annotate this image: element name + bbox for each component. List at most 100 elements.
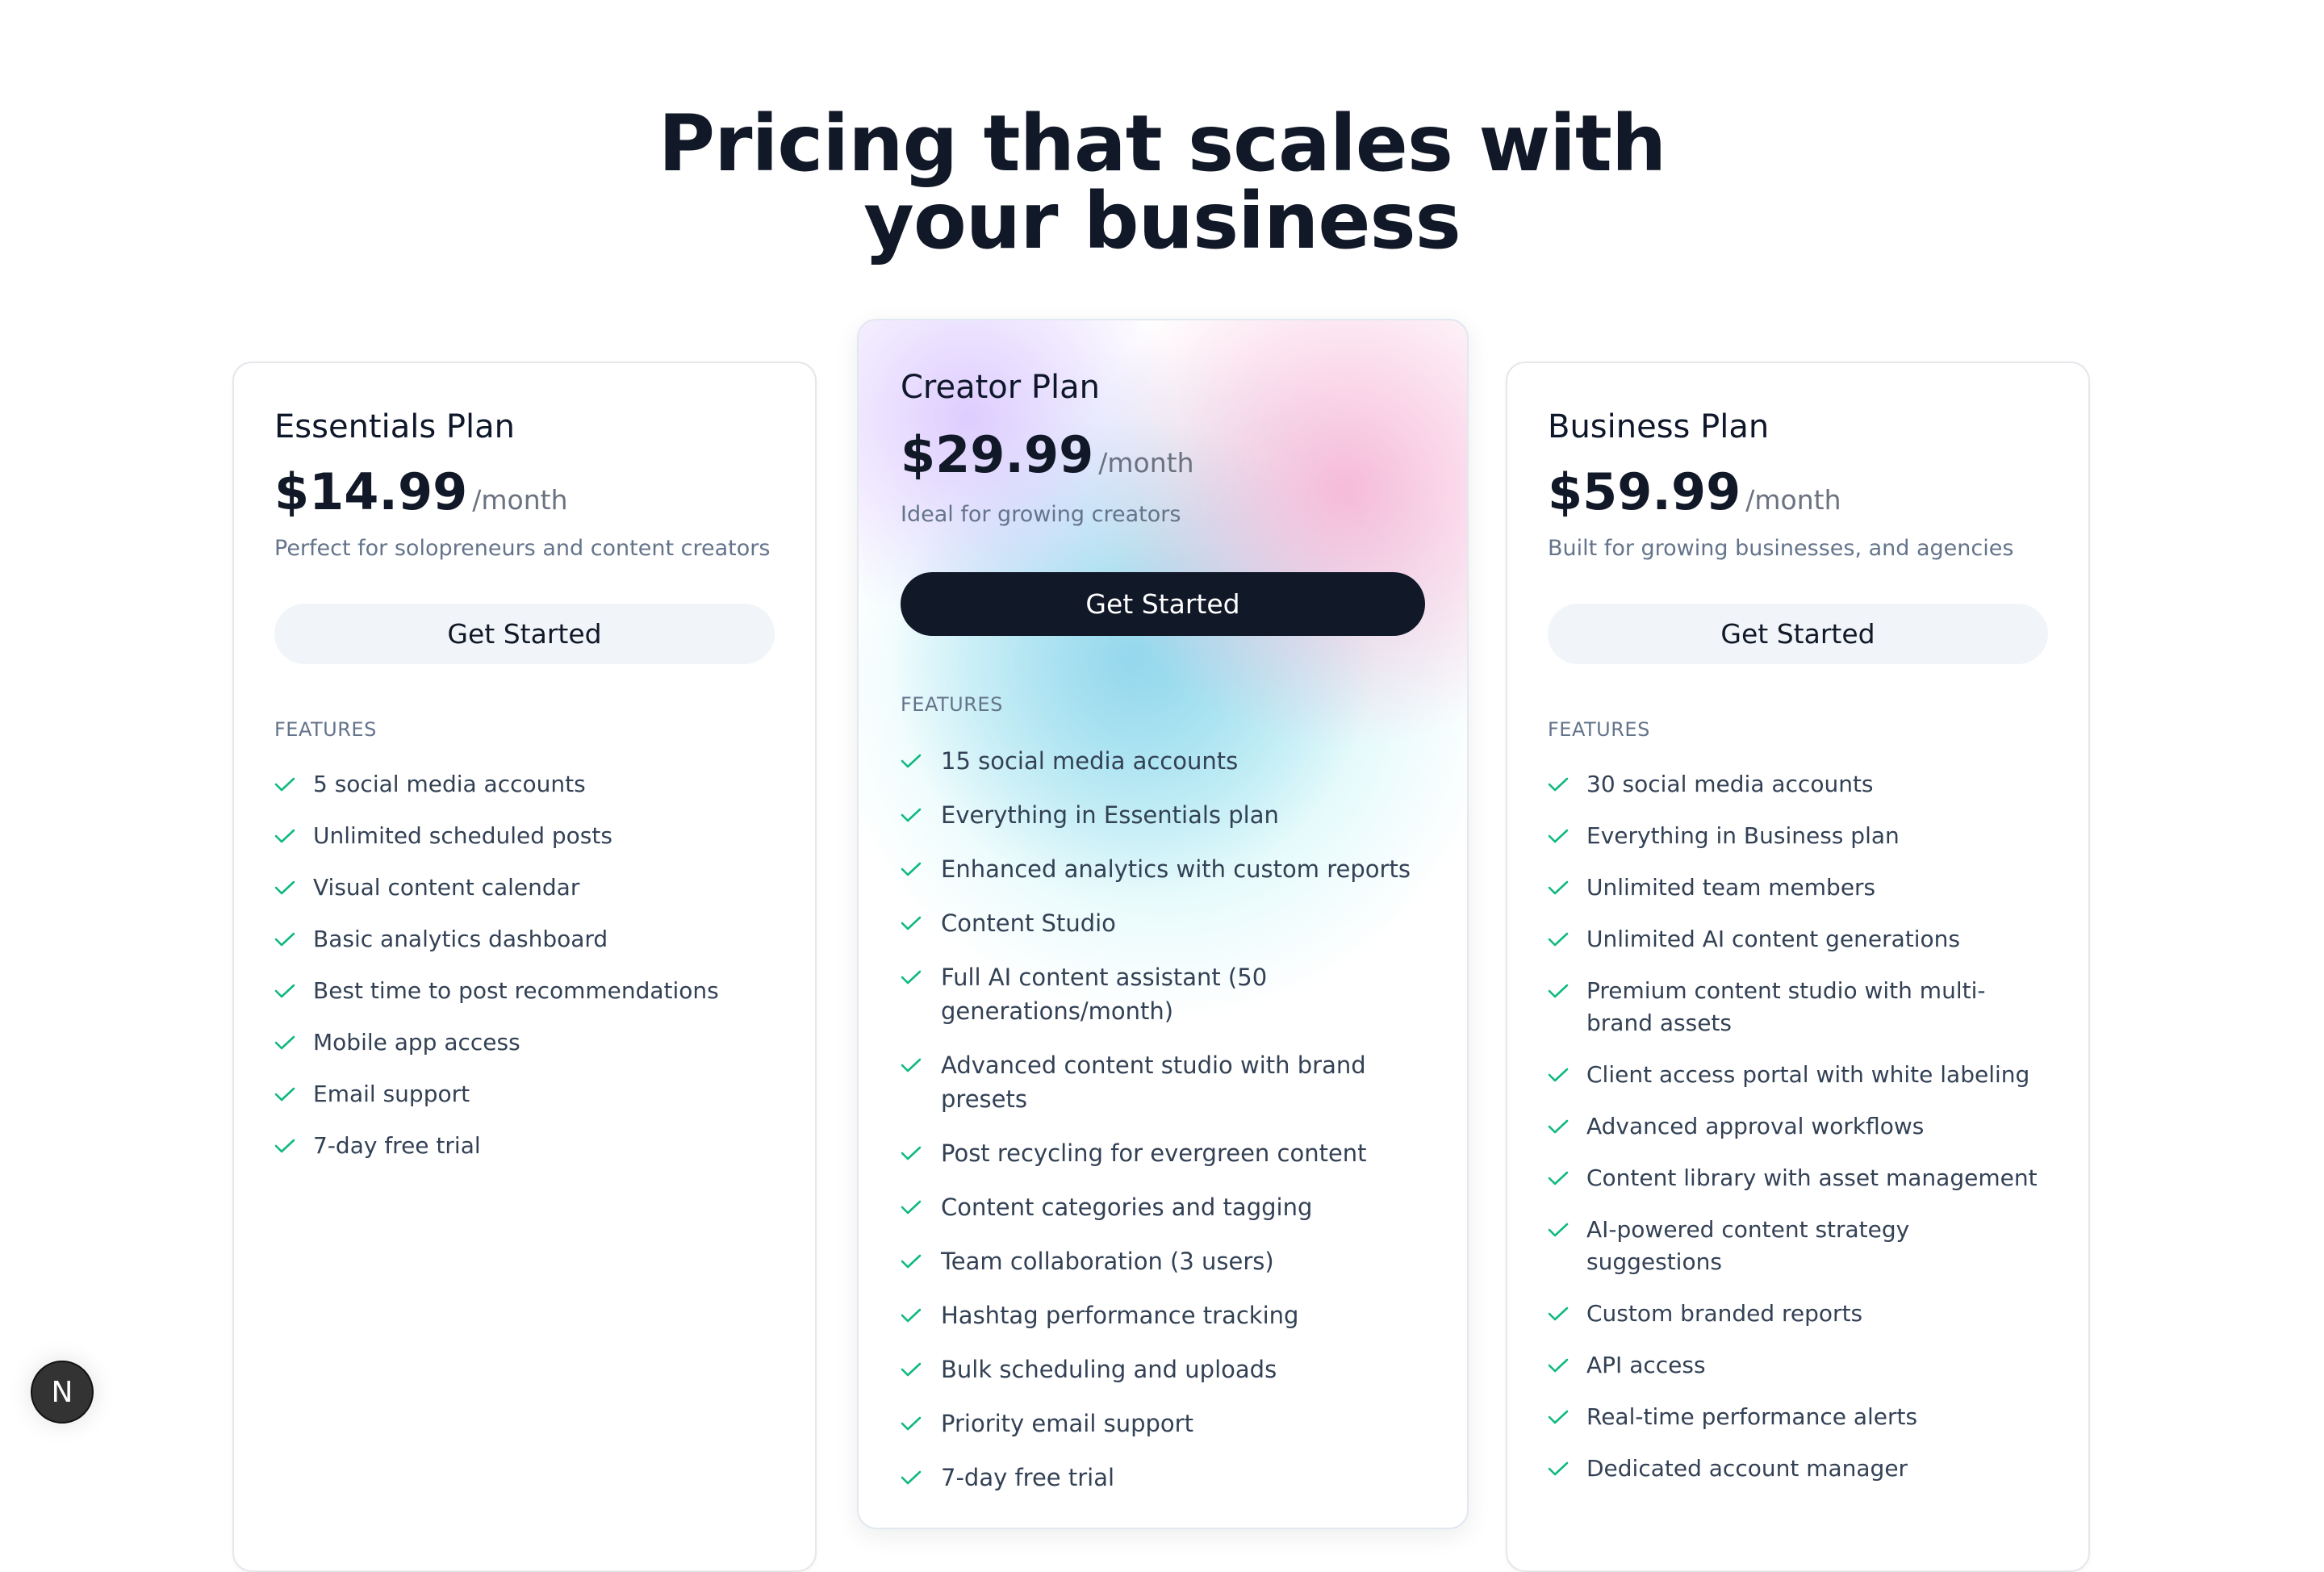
feature-list: 15 social media accounts Everything in E…: [901, 744, 1425, 1495]
plan-price: $14.99: [274, 462, 468, 521]
feature-text: Dedicated account manager: [1586, 1455, 1908, 1482]
feature-item: Dedicated account manager: [1548, 1453, 2048, 1485]
feature-item: 7-day free trial: [901, 1461, 1425, 1495]
nextjs-dev-tools-button[interactable]: N: [31, 1361, 94, 1424]
get-started-button[interactable]: Get Started: [901, 572, 1425, 636]
check-icon: [274, 1078, 299, 1110]
feature-item: Real-time performance alerts: [1548, 1401, 2048, 1433]
nextjs-icon: N: [51, 1375, 73, 1409]
feature-text: Content Studio: [941, 909, 1116, 937]
check-icon: [1548, 1110, 1572, 1143]
plan-price: $29.99: [901, 425, 1094, 484]
feature-text: Full AI content assistant (50 generation…: [941, 964, 1268, 1025]
check-icon: [901, 1190, 925, 1224]
feature-item: Unlimited scheduled posts: [274, 820, 775, 852]
feature-text: Priority email support: [941, 1410, 1193, 1437]
check-icon: [1548, 1453, 1572, 1485]
check-icon: [1548, 1349, 1572, 1382]
check-icon: [901, 1136, 925, 1170]
feature-text: Everything in Essentials plan: [941, 801, 1279, 829]
feature-text: Unlimited scheduled posts: [313, 822, 612, 849]
check-icon: [274, 872, 299, 904]
plan-period: /month: [1745, 484, 1841, 516]
plan-price-row: $14.99/month: [274, 463, 775, 521]
feature-item: Enhanced analytics with custom reports: [901, 852, 1425, 886]
features-label: FEATURES: [901, 693, 1003, 716]
feature-text: Unlimited team members: [1586, 874, 1876, 901]
feature-item: Bulk scheduling and uploads: [901, 1353, 1425, 1386]
feature-text: 7-day free trial: [941, 1464, 1115, 1491]
feature-item: Priority email support: [901, 1407, 1425, 1440]
check-icon: [274, 768, 299, 801]
feature-item: Custom branded reports: [1548, 1298, 2048, 1330]
feature-text: Client access portal with white labeling: [1586, 1061, 2030, 1088]
feature-item: Advanced approval workflows: [1548, 1110, 2048, 1143]
plan-period: /month: [1098, 447, 1194, 479]
feature-list: 30 social media accounts Everything in B…: [1548, 768, 2048, 1485]
check-icon: [274, 923, 299, 955]
feature-text: Custom branded reports: [1586, 1300, 1863, 1327]
check-icon: [1548, 1298, 1572, 1330]
plan-name: Essentials Plan: [274, 408, 515, 445]
feature-item: Full AI content assistant (50 generation…: [901, 960, 1425, 1028]
check-icon: [274, 975, 299, 1007]
feature-item: Premium content studio with multi-brand …: [1548, 975, 2048, 1039]
check-icon: [901, 1461, 925, 1495]
feature-item: 15 social media accounts: [901, 744, 1425, 778]
check-icon: [901, 1298, 925, 1332]
check-icon: [1548, 872, 1572, 904]
get-started-button[interactable]: Get Started: [1548, 604, 2048, 664]
feature-item: Post recycling for evergreen content: [901, 1136, 1425, 1170]
check-icon: [901, 960, 925, 994]
features-label: FEATURES: [274, 718, 377, 741]
check-icon: [901, 852, 925, 886]
feature-item: Basic analytics dashboard: [274, 923, 775, 955]
check-icon: [1548, 1401, 1572, 1433]
feature-text: Unlimited AI content generations: [1586, 926, 1961, 952]
check-icon: [1548, 975, 1572, 1007]
feature-item: Hashtag performance tracking: [901, 1298, 1425, 1332]
plan-card-business: Business Plan $59.99/month Built for gro…: [1506, 362, 2090, 1572]
feature-text: 30 social media accounts: [1586, 771, 1874, 797]
get-started-button[interactable]: Get Started: [274, 604, 775, 664]
check-icon: [1548, 1162, 1572, 1194]
check-icon: [901, 798, 925, 832]
feature-item: Email support: [274, 1078, 775, 1110]
feature-item: Best time to post recommendations: [274, 975, 775, 1007]
feature-item: Team collaboration (3 users): [901, 1244, 1425, 1278]
page-title-line-2: your business: [863, 176, 1461, 266]
check-icon: [1548, 1214, 1572, 1246]
feature-text: 7-day free trial: [313, 1132, 481, 1159]
feature-item: AI-powered content strategy suggestions: [1548, 1214, 2048, 1278]
plan-name: Creator Plan: [901, 369, 1101, 406]
feature-text: Content categories and tagging: [941, 1194, 1313, 1221]
plan-period: /month: [472, 484, 568, 516]
feature-item: Unlimited team members: [1548, 872, 2048, 904]
check-icon: [901, 1353, 925, 1386]
check-icon: [901, 1244, 925, 1278]
feature-text: Mobile app access: [313, 1029, 520, 1056]
feature-item: Content Studio: [901, 906, 1425, 940]
feature-item: Client access portal with white labeling: [1548, 1059, 2048, 1091]
check-icon: [274, 820, 299, 852]
check-icon: [274, 1130, 299, 1162]
plan-price-row: $29.99/month: [901, 426, 1425, 484]
feature-item: Content categories and tagging: [901, 1190, 1425, 1224]
check-icon: [1548, 820, 1572, 852]
plan-name: Business Plan: [1548, 408, 1770, 445]
plan-description: Built for growing businesses, and agenci…: [1548, 536, 2014, 561]
feature-text: AI-powered content strategy suggestions: [1586, 1216, 1910, 1275]
feature-text: 5 social media accounts: [313, 771, 586, 797]
feature-item: API access: [1548, 1349, 2048, 1382]
check-icon: [1548, 1059, 1572, 1091]
feature-text: Real-time performance alerts: [1586, 1403, 1918, 1430]
feature-text: Premium content studio with multi-brand …: [1586, 977, 1986, 1036]
feature-text: Bulk scheduling and uploads: [941, 1356, 1277, 1383]
check-icon: [901, 1407, 925, 1440]
feature-item: Everything in Business plan: [1548, 820, 2048, 852]
check-icon: [274, 1026, 299, 1059]
feature-item: Advanced content studio with brand prese…: [901, 1048, 1425, 1116]
feature-item: Unlimited AI content generations: [1548, 923, 2048, 955]
plan-description: Ideal for growing creators: [901, 502, 1181, 527]
feature-text: Email support: [313, 1081, 470, 1107]
